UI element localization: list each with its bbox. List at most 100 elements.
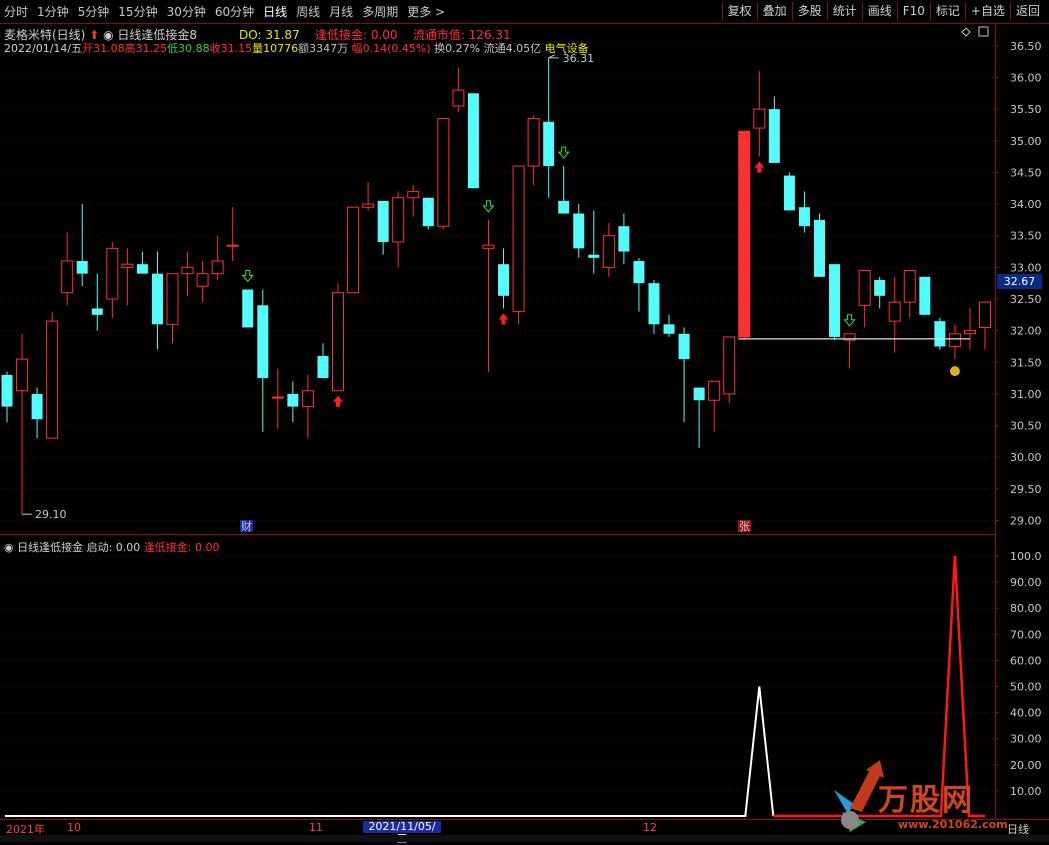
event-marker-cai: 财 (241, 519, 252, 533)
candle-body (151, 273, 163, 325)
candle-body (16, 358, 29, 392)
candle-body (874, 280, 886, 296)
candle-body (648, 283, 660, 325)
candle-body (181, 266, 194, 275)
watermark-text: 万股网 (878, 783, 974, 818)
quote-info-line: 2022/01/14/五开31.08高31.25低30.88收31.15量107… (4, 40, 589, 55)
candle-body (452, 89, 465, 107)
price-tick-label: 32.00 (1010, 325, 1042, 338)
settings-circle-icon[interactable]: ◉ (4, 541, 14, 554)
sub-tick-label: 50.00 (1010, 681, 1042, 694)
candle-body (888, 301, 901, 322)
quote-close: 收31.15 (209, 42, 253, 55)
buy-arrow-icon (498, 313, 509, 325)
candle-body (813, 219, 825, 277)
price-tick-label: 29.00 (1010, 515, 1042, 528)
quote-turnover: 换0.27% (434, 42, 481, 55)
indicator-info-line: 麦格米特(日线) ⬆ ◉ 日线逢低接金8 DO: 31.87 逢低接金: 0.0… (4, 26, 511, 42)
quote-high: 高31.25 (124, 42, 168, 55)
candle-body (663, 324, 675, 334)
quote-float: 流通4.05亿 (483, 42, 542, 55)
candle-body (708, 380, 721, 401)
candle-body (377, 200, 389, 243)
candle-body (106, 247, 119, 300)
candle-body (121, 263, 134, 268)
candle-body (543, 121, 555, 167)
price-tick-label: 32.50 (1010, 293, 1042, 306)
candle-body (979, 301, 991, 328)
sell-arrow-icon (843, 314, 856, 327)
date-crosshair-label: 2021/11/05/五 (363, 821, 441, 845)
indicator-white-line (5, 686, 775, 817)
price-tick-label: 35.50 (1010, 103, 1042, 116)
candle-body (693, 387, 705, 401)
candle-body (46, 320, 59, 439)
candle-body (498, 264, 510, 296)
sub-indicator-name[interactable]: 日线逢低接金 (17, 541, 83, 554)
candle-body (392, 197, 405, 243)
diamond-icon (961, 27, 971, 37)
candle-body (31, 393, 43, 420)
date-month-11: 11 (309, 821, 323, 834)
candle-body (527, 118, 540, 167)
candle-body (858, 270, 871, 306)
quote-sector[interactable]: 电气设备 (545, 42, 589, 55)
candle-body (332, 292, 345, 392)
price-tick-label: 30.00 (1010, 451, 1042, 464)
price-tick-label: 34.00 (1010, 198, 1042, 211)
candle-body (257, 305, 269, 379)
watermark-url: www.201062.com (898, 818, 1008, 831)
candle-body (602, 235, 615, 268)
candle-body (903, 270, 916, 303)
price-tick-label: 36.50 (1010, 40, 1042, 53)
candle-body (196, 273, 209, 287)
candle-body (588, 254, 600, 258)
sub-fdjj-value: 逢低接金: 0.00 (143, 541, 220, 554)
candle-body (1, 374, 13, 407)
quote-amount: 额3347万 (298, 42, 349, 55)
price-tick-label: 36.00 (1010, 71, 1042, 84)
candle-body (76, 261, 88, 274)
quote-volume: 量10776 (252, 42, 299, 55)
start-value: 启动: 0.00 (86, 541, 141, 554)
quote-open: 开31.08 (82, 42, 125, 55)
buy-arrow-icon (754, 161, 765, 173)
candle-body (91, 308, 103, 315)
low-mark-label: 29.10 (35, 508, 67, 521)
candle-body (798, 207, 810, 227)
candle-body (963, 330, 976, 335)
candle-body (738, 130, 751, 338)
quote-change: 幅0.14(0.45%) (351, 42, 431, 55)
candle-body (166, 273, 179, 325)
sub-tick-label: 100.0 (1010, 550, 1042, 563)
candle-body (558, 200, 570, 214)
candle-body (829, 264, 841, 337)
candle-body (934, 321, 946, 347)
candle-body (61, 260, 74, 294)
candle-body (573, 213, 585, 249)
candle-body (347, 206, 360, 294)
candle-body (482, 244, 495, 249)
buy-arrow-icon (333, 395, 344, 407)
price-tick-label: 31.00 (1010, 388, 1042, 401)
candle-body (242, 289, 254, 328)
sub-tick-label: 70.00 (1010, 628, 1042, 641)
date-month-10: 10 (67, 821, 81, 834)
quote-low: 低30.88 (167, 42, 210, 55)
candle-body (437, 118, 450, 227)
current-price-tag: 32.67 (997, 274, 1042, 289)
candle-body (467, 93, 479, 189)
candle-body (618, 226, 630, 252)
sell-arrow-icon (557, 146, 570, 159)
kline-chart[interactable]: 36.50 36.00 35.50 35.00 34.50 34.00 33.50 33.00… (0, 0, 1049, 842)
candle-body (362, 203, 375, 208)
sell-arrow-icon (482, 200, 495, 213)
candle-body (407, 190, 420, 199)
candle-body (512, 165, 525, 313)
price-tick-label: 35.00 (1010, 135, 1042, 148)
money-bag-icon (949, 366, 960, 377)
date-month-12: 12 (643, 821, 657, 834)
candle-body (211, 260, 224, 275)
sell-arrow-icon (241, 269, 254, 283)
quote-date: 2022/01/14/五 (4, 42, 83, 55)
